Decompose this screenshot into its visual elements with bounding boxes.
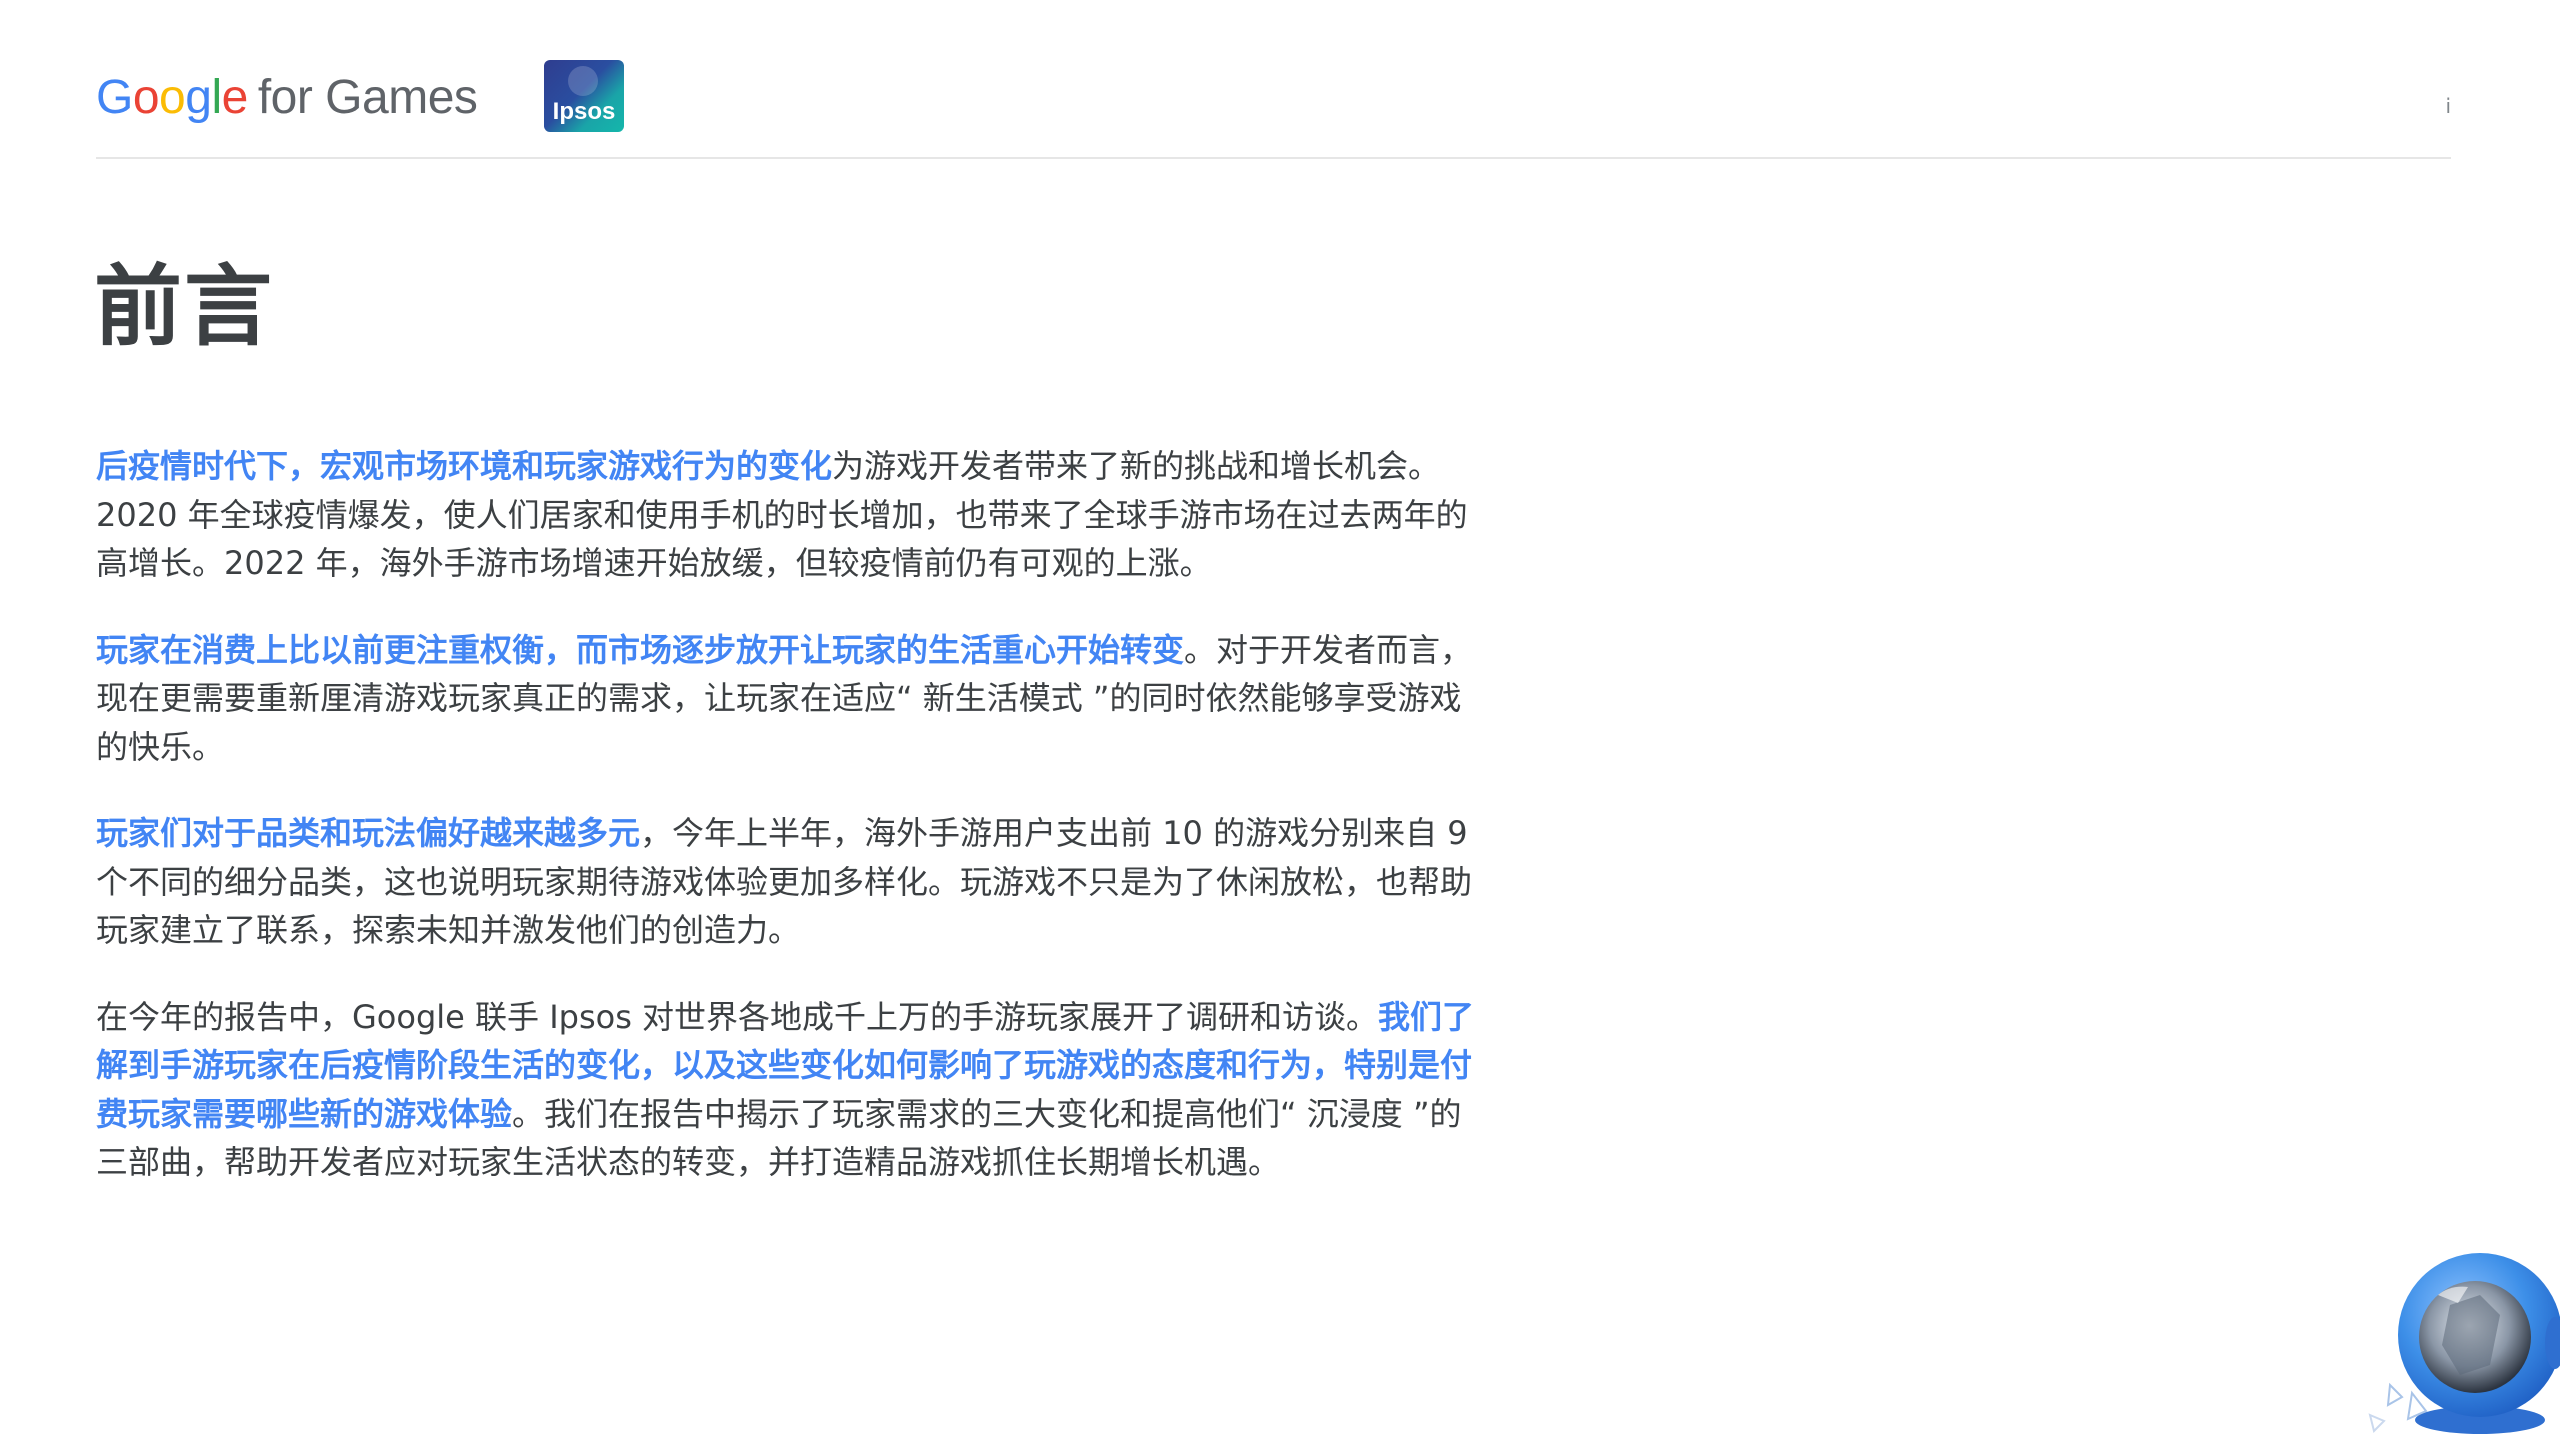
- paragraph-4: 在今年的报告中，Google 联手 Ipsos 对世界各地成千上万的手游玩家展开…: [96, 993, 1476, 1187]
- paragraph-highlight: 玩家在消费上比以前更注重权衡，而市场逐步放开让玩家的生活重心开始转变: [96, 630, 1185, 669]
- logo-letter: e: [221, 71, 249, 124]
- paragraph-highlight: 玩家们对于品类和玩法偏好越来越多元: [96, 814, 641, 852]
- logo-letter: G: [96, 71, 133, 124]
- ipsos-figure-icon: [568, 66, 598, 96]
- page-title: 前言: [94, 255, 275, 358]
- ipsos-logo: Ipsos: [544, 60, 624, 132]
- logo-letter: o: [132, 71, 160, 124]
- logo-letter: g: [185, 71, 212, 124]
- paragraph-1: 后疫情时代下，宏观市场环境和玩家游戏行为的变化为游戏开发者带来了新的挑战和增长机…: [96, 442, 1476, 588]
- paragraph-2: 玩家在消费上比以前更注重权衡，而市场逐步放开让玩家的生活重心开始转变。对于开发者…: [96, 626, 1476, 772]
- header-divider: [96, 157, 2451, 159]
- paragraph-highlight: 后疫情时代下，宏观市场环境和玩家游戏行为的变化: [96, 447, 833, 485]
- body-content: 后疫情时代下，宏观市场环境和玩家游戏行为的变化为游戏开发者带来了新的挑战和增长机…: [96, 442, 1476, 1225]
- logo-letter: l: [211, 71, 222, 124]
- header: Google for Games Ipsos i: [96, 56, 2451, 156]
- page: Google for Games Ipsos i 前言 后疫情时代下，宏观市场环境…: [0, 0, 2560, 1440]
- paragraph-3: 玩家们对于品类和玩法偏好越来越多元，今年上半年，海外手游用户支出前 10 的游戏…: [96, 809, 1476, 955]
- page-mark: i: [2445, 94, 2451, 118]
- google-for-games-logo: Google for Games: [96, 70, 478, 125]
- logo-letter: o: [159, 71, 186, 124]
- logo-for-games: for Games: [257, 71, 478, 124]
- paragraph-text-before: 在今年的报告中，Google 联手 Ipsos 对世界各地成千上万的手游玩家展开…: [96, 997, 1379, 1036]
- ipsos-logo-text: Ipsos: [552, 98, 616, 125]
- astronaut-helmet-icon: [2368, 1253, 2560, 1434]
